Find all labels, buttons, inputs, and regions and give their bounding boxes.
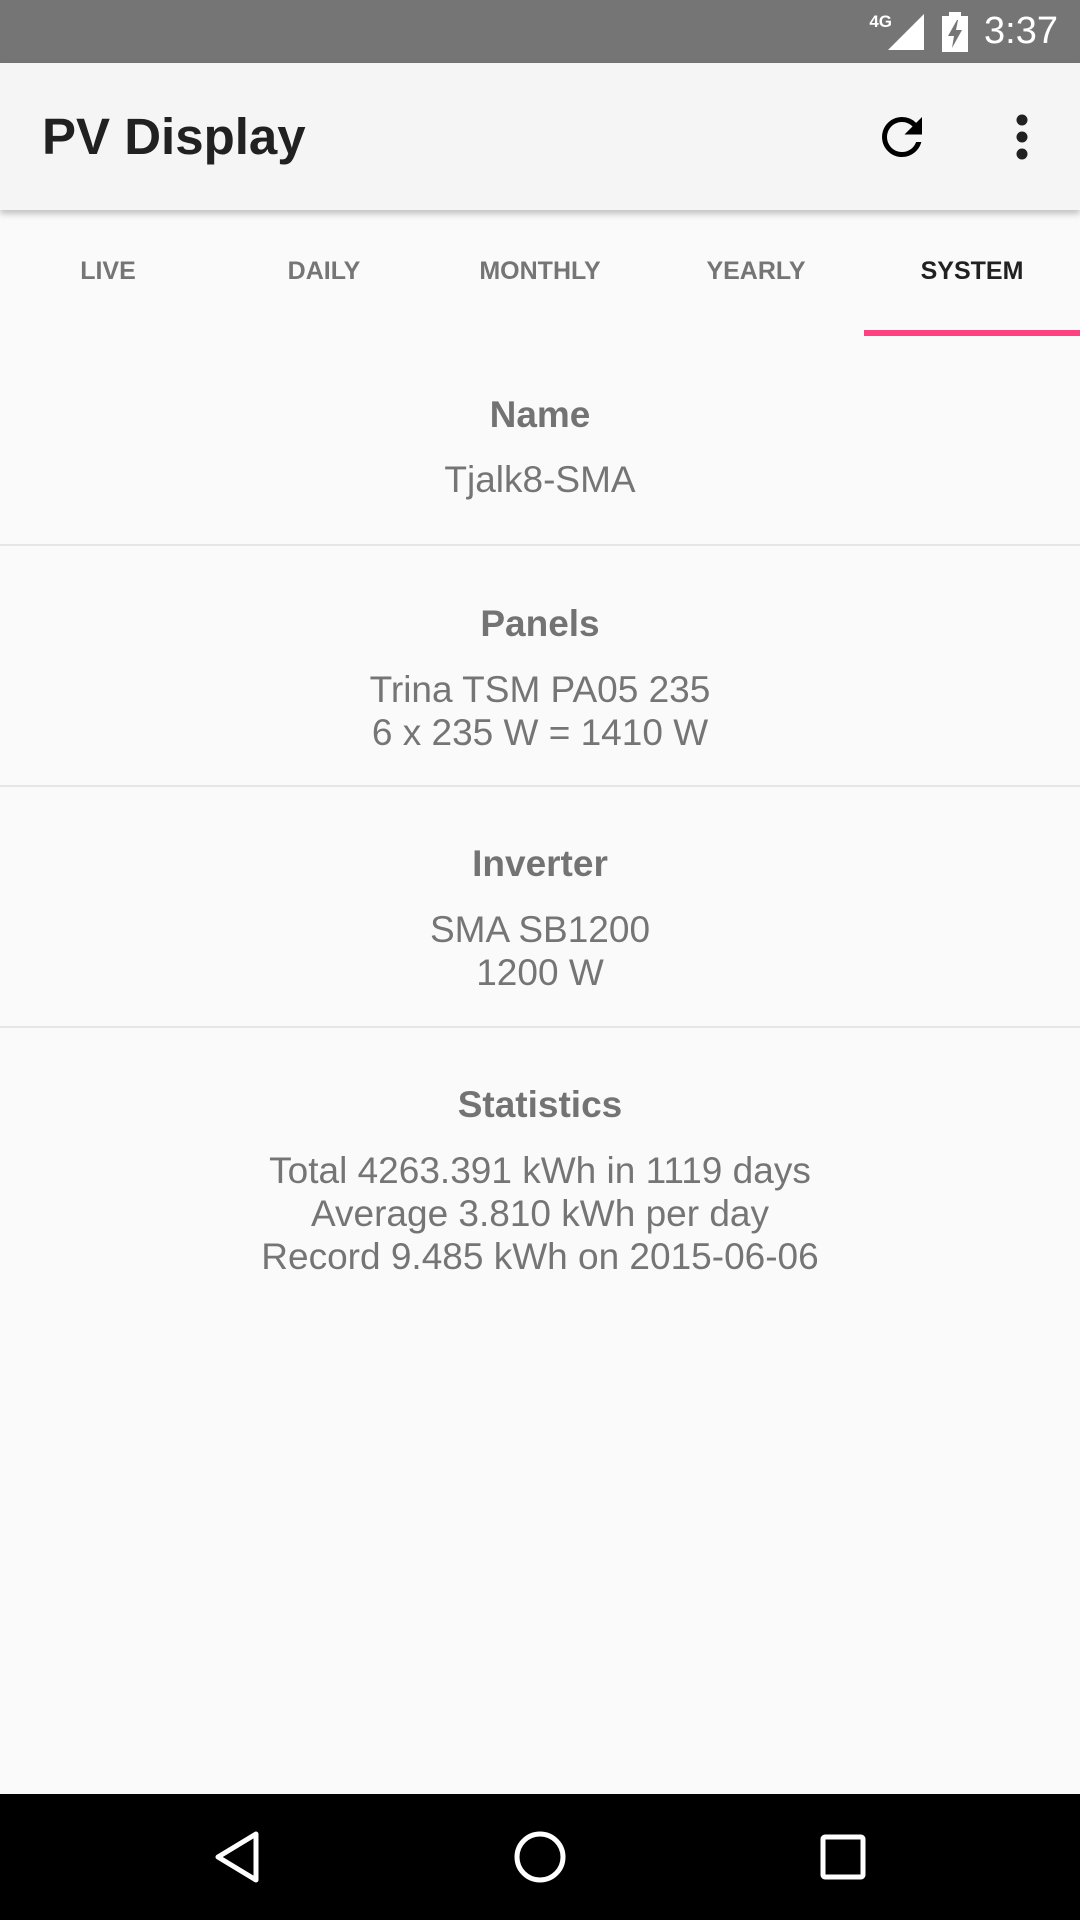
- back-icon: [215, 1831, 259, 1883]
- status-clock: 3:37: [984, 10, 1058, 52]
- signal-icon: [888, 13, 925, 50]
- tab-system[interactable]: SYSTEM: [864, 210, 1080, 336]
- section-title: Name: [489, 394, 591, 435]
- navigation-bar: [0, 1794, 1080, 1920]
- refresh-icon: [882, 117, 922, 157]
- section-values: Total 4263.391 kWh in 1119 days Average …: [0, 1149, 1080, 1278]
- app-screen: 4G 3:37 PV Display LIVE DAILY MONTHLY YE…: [0, 0, 1080, 1920]
- tab-label: YEARLY: [706, 256, 806, 285]
- statistics-section: Statistics Total 4263.391 kWh in 1119 da…: [0, 1028, 1080, 1278]
- recents-button[interactable]: [808, 1822, 878, 1892]
- tab-live[interactable]: LIVE: [0, 210, 216, 336]
- panels-section: Panels Trina TSM PA05 235 6 x 235 W = 14…: [0, 546, 1080, 787]
- stat-record-value: Record 9.485 kWh on 2015-06-06: [261, 1236, 819, 1277]
- tab-label: SYSTEM: [920, 256, 1024, 285]
- status-bar: 4G 3:37: [0, 0, 1080, 63]
- recents-icon: [820, 1834, 866, 1880]
- section-values: Trina TSM PA05 235 6 x 235 W = 1410 W: [0, 668, 1080, 754]
- section-title: Inverter: [472, 843, 608, 884]
- panel-power-value: 6 x 235 W = 1410 W: [371, 712, 709, 753]
- tab-label: DAILY: [287, 256, 361, 285]
- system-name-value: Tjalk8-SMA: [444, 459, 636, 500]
- app-toolbar: PV Display: [0, 63, 1080, 210]
- section-values: Tjalk8-SMA: [0, 458, 1080, 501]
- tab-yearly[interactable]: YEARLY: [648, 210, 864, 336]
- section-title: Statistics: [457, 1084, 623, 1125]
- inverter-model-value: SMA SB1200: [429, 909, 651, 950]
- stat-total-value: Total 4263.391 kWh in 1119 days: [269, 1150, 811, 1191]
- battery-charging-icon: [942, 11, 969, 52]
- back-button[interactable]: [202, 1822, 272, 1892]
- tab-label: LIVE: [80, 256, 136, 285]
- more-vert-icon: [1016, 114, 1028, 160]
- home-icon: [514, 1831, 566, 1883]
- inverter-power-value: 1200 W: [476, 952, 604, 993]
- network-type-label: 4G: [869, 11, 893, 31]
- tab-label: MONTHLY: [479, 256, 601, 285]
- refresh-button[interactable]: [866, 101, 938, 173]
- tab-bar: LIVE DAILY MONTHLY YEARLY SYSTEM: [0, 210, 1080, 336]
- tab-monthly[interactable]: MONTHLY: [432, 210, 648, 336]
- panel-model-value: Trina TSM PA05 235: [369, 669, 711, 710]
- system-info: Name Tjalk8-SMA Panels Trina TSM PA05 23…: [0, 336, 1080, 1278]
- tab-daily[interactable]: DAILY: [216, 210, 432, 336]
- app-title: PV Display: [42, 108, 306, 165]
- stat-average-value: Average 3.810 kWh per day: [311, 1193, 769, 1234]
- inverter-section: Inverter SMA SB1200 1200 W: [0, 787, 1080, 1028]
- status-icons: 4G 3:37: [869, 0, 1058, 63]
- section-values: SMA SB1200 1200 W: [0, 908, 1080, 994]
- overflow-menu-button[interactable]: [992, 101, 1052, 173]
- name-section: Name Tjalk8-SMA: [0, 336, 1080, 546]
- home-button[interactable]: [505, 1822, 575, 1892]
- section-title: Panels: [480, 603, 600, 644]
